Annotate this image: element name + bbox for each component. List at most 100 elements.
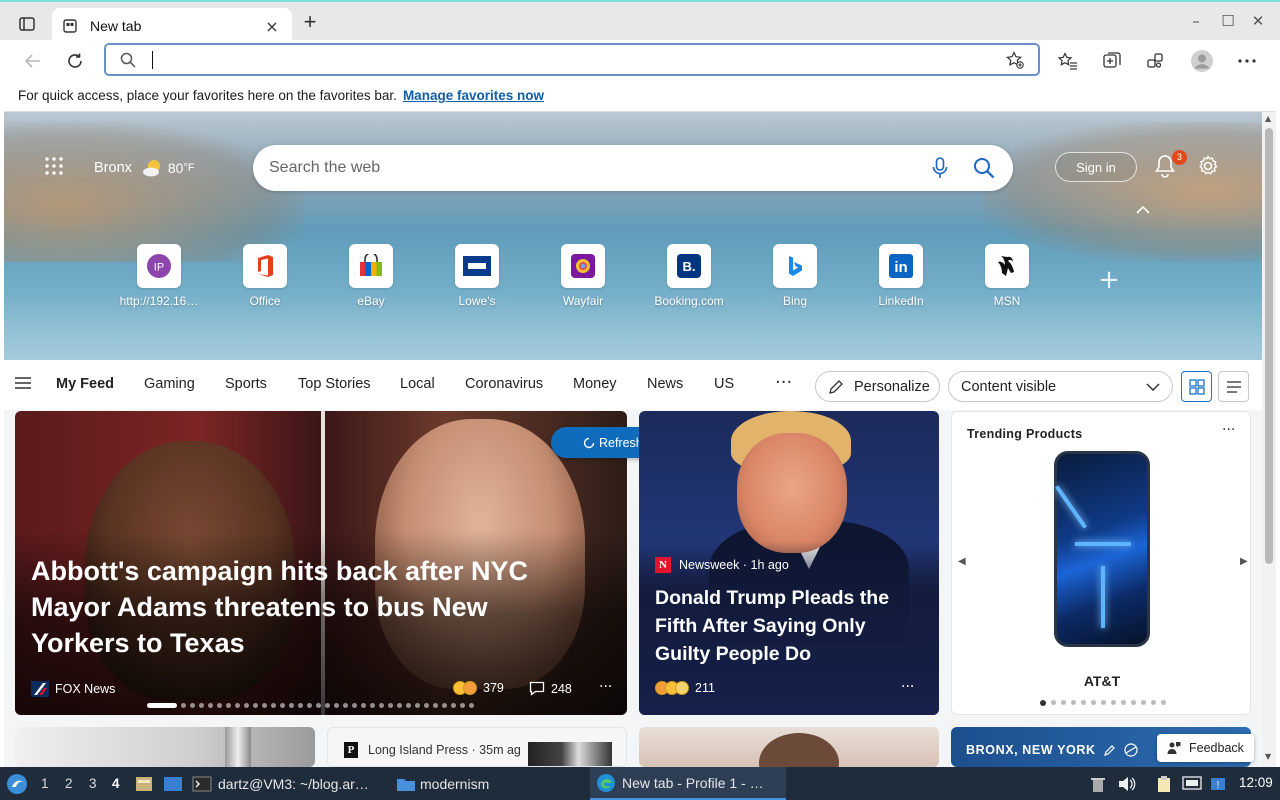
- carousel-dot[interactable]: [1151, 700, 1156, 705]
- add-quick-link-button[interactable]: +: [1097, 267, 1121, 293]
- workspace-1[interactable]: 1: [41, 776, 49, 791]
- main-story-comments[interactable]: 248: [529, 681, 572, 696]
- carousel-dot[interactable]: [325, 703, 330, 708]
- feed-tab-sports[interactable]: Sports: [225, 376, 267, 392]
- carousel-dot[interactable]: [147, 703, 177, 708]
- scrollbar-thumb[interactable]: [1265, 128, 1273, 564]
- main-story-source[interactable]: FOX News: [31, 681, 115, 697]
- sign-in-button[interactable]: Sign in: [1055, 152, 1137, 182]
- main-story-card[interactable]: Abbott's campaign hits back after NYC Ma…: [15, 411, 627, 715]
- carousel-dot[interactable]: [1121, 700, 1126, 705]
- back-button[interactable]: [20, 48, 46, 74]
- file-manager-launcher[interactable]: [135, 767, 153, 800]
- microphone-icon[interactable]: [927, 155, 953, 181]
- tab-actions-button[interactable]: [14, 12, 40, 36]
- carousel-dot[interactable]: [424, 703, 429, 708]
- tab-new-tab[interactable]: New tab ×: [52, 8, 292, 44]
- carousel-dot[interactable]: [244, 703, 249, 708]
- grid-view-button[interactable]: [1181, 371, 1212, 402]
- trending-more-icon[interactable]: ···: [1222, 422, 1235, 438]
- main-story-reactions[interactable]: 379: [453, 681, 504, 695]
- extensions-button[interactable]: [1143, 48, 1169, 74]
- refresh-button[interactable]: [62, 48, 88, 74]
- story-card-row2-2[interactable]: P Long Island Press · 35m ag: [327, 727, 627, 767]
- carousel-dot[interactable]: [406, 703, 411, 708]
- second-story-source[interactable]: N Newsweek · 1h ago: [655, 557, 789, 573]
- workspace-4[interactable]: 4: [112, 776, 120, 791]
- quick-link-ebay[interactable]: eBay: [326, 244, 416, 308]
- carousel-dot[interactable]: [307, 703, 312, 708]
- carousel-dot[interactable]: [280, 703, 285, 708]
- carousel-next-icon[interactable]: ▶: [1240, 556, 1248, 567]
- carousel-dot[interactable]: [451, 703, 456, 708]
- carousel-dot[interactable]: [352, 703, 357, 708]
- new-tab-button[interactable]: +: [298, 11, 322, 35]
- task-folder[interactable]: modernism: [396, 767, 489, 800]
- feed-tab-top-stories[interactable]: Top Stories: [298, 376, 371, 392]
- feed-menu-button[interactable]: [14, 376, 32, 392]
- page-settings-button[interactable]: [1197, 155, 1221, 179]
- carousel-dot[interactable]: [397, 703, 402, 708]
- tray-volume[interactable]: [1118, 767, 1136, 800]
- weather-card-location[interactable]: BRONX, NEW YORK: [966, 743, 1138, 757]
- list-view-button[interactable]: [1218, 371, 1249, 402]
- second-story-card[interactable]: N Newsweek · 1h ago Donald Trump Pleads …: [639, 411, 939, 715]
- minimize-button[interactable]: –: [1186, 12, 1206, 32]
- feed-tab-news[interactable]: News: [647, 376, 683, 392]
- feed-tab-local[interactable]: Local: [400, 376, 435, 392]
- carousel-dot[interactable]: [442, 703, 447, 708]
- second-story-reactions[interactable]: 211: [655, 681, 715, 695]
- carousel-dot[interactable]: [1101, 700, 1106, 705]
- carousel-dot[interactable]: [469, 703, 474, 708]
- carousel-dot[interactable]: [1081, 700, 1086, 705]
- page-scrollbar[interactable]: ▲ ▼: [1262, 112, 1276, 767]
- web-search-box[interactable]: [253, 145, 1013, 191]
- task-terminal[interactable]: dartz@VM3: ~/blog.ar…: [192, 767, 369, 800]
- carousel-dot[interactable]: [199, 703, 204, 708]
- carousel-dot[interactable]: [1161, 700, 1166, 705]
- story-card-row2-3[interactable]: [639, 727, 939, 767]
- task-browser[interactable]: New tab - Profile 1 - …: [590, 767, 786, 800]
- manage-favorites-link[interactable]: Manage favorites now: [403, 88, 544, 103]
- feed-tab-us[interactable]: US: [714, 376, 734, 392]
- second-story-headline[interactable]: Donald Trump Pleads the Fifth After Sayi…: [655, 584, 915, 668]
- quick-link-bing[interactable]: Bing: [750, 244, 840, 308]
- feedback-button[interactable]: Feedback: [1157, 734, 1254, 762]
- carousel-dot[interactable]: [298, 703, 303, 708]
- carousel-dot[interactable]: [370, 703, 375, 708]
- trending-products-card[interactable]: Trending Products ··· ◀ ▶ AT&T: [951, 411, 1251, 715]
- carousel-dot[interactable]: [181, 703, 186, 708]
- content-visibility-dropdown[interactable]: Content visible: [948, 371, 1173, 402]
- main-story-more-icon[interactable]: ···: [599, 679, 612, 695]
- workspace-3[interactable]: 3: [89, 776, 97, 791]
- personalize-button[interactable]: Personalize: [815, 371, 940, 402]
- quick-link-wayfair[interactable]: Wayfair: [538, 244, 628, 308]
- carousel-dot[interactable]: [460, 703, 465, 708]
- carousel-dot[interactable]: [190, 703, 195, 708]
- web-search-input[interactable]: [269, 159, 927, 177]
- clock[interactable]: 12:09: [1239, 775, 1273, 790]
- carousel-dot[interactable]: [262, 703, 267, 708]
- carousel-dot[interactable]: [1091, 700, 1096, 705]
- quick-link-ip[interactable]: IP http://192.16…: [114, 244, 204, 308]
- carousel-dot[interactable]: [1051, 700, 1056, 705]
- scroll-up-icon[interactable]: ▲: [1265, 114, 1271, 123]
- carousel-dot[interactable]: [379, 703, 384, 708]
- second-story-more-icon[interactable]: ···: [901, 679, 914, 695]
- long-island-press-source[interactable]: P Long Island Press · 35m ag: [344, 742, 521, 758]
- story-card-row2-1[interactable]: [15, 727, 315, 767]
- quick-link-booking[interactable]: B. Booking.com: [644, 244, 734, 308]
- quick-link-linkedin[interactable]: in LinkedIn: [856, 244, 946, 308]
- tray-trash[interactable]: [1090, 767, 1106, 800]
- feed-tab-my-feed[interactable]: My Feed: [56, 376, 114, 392]
- collapse-quicklinks-button[interactable]: [1135, 204, 1151, 220]
- main-story-headline[interactable]: Abbott's campaign hits back after NYC Ma…: [31, 553, 571, 661]
- workspace-2[interactable]: 2: [65, 776, 73, 791]
- carousel-dot[interactable]: [316, 703, 321, 708]
- carousel-dot[interactable]: [1131, 700, 1136, 705]
- address-input[interactable]: [157, 51, 1006, 68]
- smartphone-product-image[interactable]: [1054, 451, 1150, 647]
- carousel-dot[interactable]: [271, 703, 276, 708]
- settings-more-button[interactable]: [1234, 48, 1260, 74]
- quick-link-office[interactable]: Office: [220, 244, 310, 308]
